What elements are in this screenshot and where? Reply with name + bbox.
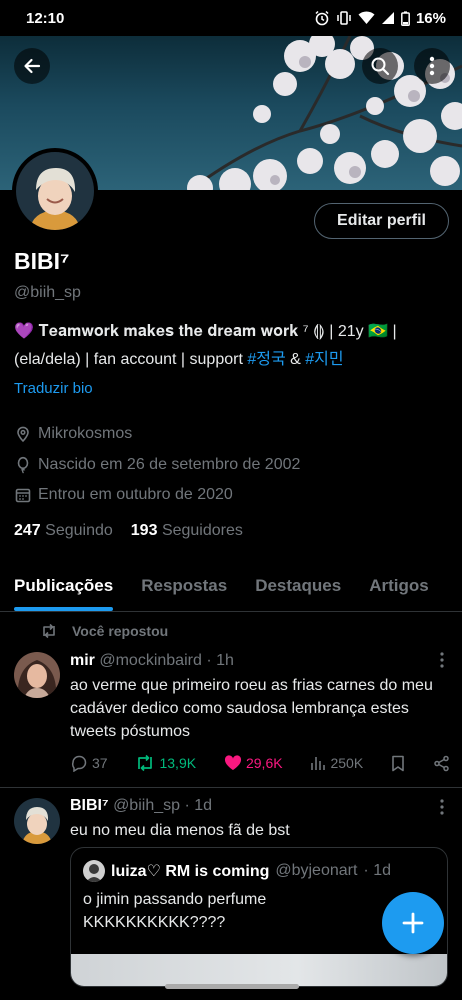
quoted-text: o jimin passando perfume KKKKKKKKKK???? xyxy=(83,891,267,931)
repost-indicator: Você repostou xyxy=(40,623,168,639)
like-count: 29,6K xyxy=(245,755,283,771)
tab-publicacoes[interactable]: Publicações xyxy=(0,566,127,611)
reply-count: 37 xyxy=(92,755,108,771)
retweet-count: 13,9K xyxy=(159,755,197,771)
balloon-icon xyxy=(14,456,32,474)
tab-artigos[interactable]: Artigos xyxy=(355,566,443,611)
more-vertical-icon xyxy=(440,652,444,668)
retweet-icon xyxy=(138,754,153,772)
share-icon xyxy=(434,755,449,771)
bio-ampersand: & xyxy=(285,351,306,368)
tweet-more-button[interactable] xyxy=(440,652,444,668)
profile-birthday: Nascido em 26 de setembro de 2002 xyxy=(14,456,300,474)
bookmark-button[interactable] xyxy=(391,755,405,772)
tweet-author[interactable]: mir xyxy=(70,652,95,669)
profile-tabs: Publicações Respostas Destaques Artigos xyxy=(0,566,462,612)
avatar[interactable] xyxy=(14,652,60,698)
battery-percent: 16% xyxy=(415,9,446,27)
tweet-author[interactable]: BIBI⁷ xyxy=(70,797,109,814)
reply-icon xyxy=(71,755,87,772)
heart-filled-icon xyxy=(224,755,242,770)
search-button[interactable] xyxy=(362,48,398,84)
hashtag-link-jungkook[interactable]: #정국 xyxy=(247,351,285,368)
avatar xyxy=(83,860,105,882)
alarm-icon xyxy=(314,10,330,26)
tweet-more-button[interactable] xyxy=(440,799,444,815)
tweet-time: · 1d xyxy=(184,797,213,814)
tweet-text: ao verme que primeiro roeu as frias carn… xyxy=(70,677,433,740)
avatar-image xyxy=(16,152,94,230)
followers-link[interactable]: 193 Seguidores xyxy=(131,522,243,540)
tweet-actions: 37 13,9K 29,6K 250K xyxy=(70,754,450,772)
share-button[interactable] xyxy=(433,755,450,772)
more-vertical-icon xyxy=(429,56,435,76)
quoted-media-image[interactable] xyxy=(71,954,447,986)
views-chart-icon xyxy=(311,757,326,770)
following-label: Seguindo xyxy=(45,522,113,539)
location-text: Mikrokosmos xyxy=(38,425,133,442)
tweet-text: eu no meu dia menos fã de bst xyxy=(70,822,290,839)
quoted-author: luiza♡ RM is coming xyxy=(111,863,270,880)
retweet-button[interactable]: 13,9K xyxy=(135,754,196,772)
like-button[interactable]: 29,6K xyxy=(224,755,283,771)
following-count: 247 xyxy=(14,522,41,539)
followers-count: 193 xyxy=(130,522,158,539)
following-link[interactable]: 247 Seguindo xyxy=(14,522,113,540)
tweet-time: · 1h xyxy=(206,652,234,669)
tab-respostas[interactable]: Respostas xyxy=(127,566,241,611)
wifi-icon xyxy=(358,11,375,25)
arrow-left-icon xyxy=(22,56,42,76)
followers-label: Seguidores xyxy=(161,522,243,539)
tweet-header: mir @mockinbaird · 1h xyxy=(70,652,234,670)
profile-handle: @biih_sp xyxy=(14,284,81,301)
profile-name: BIBI⁷ xyxy=(14,248,70,274)
joined-text: Entrou em outubro de 2020 xyxy=(38,486,233,503)
follow-stats: 247 Seguindo 193 Seguidores xyxy=(14,522,243,540)
bio-text-line1: 💜 𝐓𝐞𝐚𝐦𝐰𝐨𝐫𝐤 𝐦𝐚𝐤𝐞𝐬 𝐭𝐡𝐞 𝐝𝐫𝐞𝐚𝐦 𝐰𝐨𝐫𝐤 ⁷ ⟬⟭ | 2… xyxy=(14,323,397,340)
back-button[interactable] xyxy=(14,48,50,84)
avatar[interactable] xyxy=(14,798,60,844)
battery-icon xyxy=(401,10,410,26)
repost-label: Você repostou xyxy=(72,623,169,639)
tweet[interactable]: Você repostou mir @mockinbaird · 1h ao v… xyxy=(0,612,462,788)
tweet-handle: @mockinbaird xyxy=(99,652,202,669)
more-options-button[interactable] xyxy=(414,48,450,84)
compose-tweet-button[interactable] xyxy=(382,892,444,954)
gesture-home-bar[interactable] xyxy=(165,984,299,989)
reply-button[interactable]: 37 xyxy=(70,754,108,772)
search-icon xyxy=(370,56,390,76)
status-time: 12:10 xyxy=(26,9,65,27)
quoted-handle: @byjeonart xyxy=(275,862,358,879)
quoted-tweet-header: luiza♡ RM is coming @byjeonart · 1d xyxy=(83,860,391,882)
tab-destaques[interactable]: Destaques xyxy=(241,566,355,611)
hashtag-link-jimin[interactable]: #지민 xyxy=(305,351,343,368)
signal-icon xyxy=(381,11,395,25)
translate-bio-link[interactable]: Traduzir bio xyxy=(14,380,93,397)
edit-profile-button[interactable]: Editar perfil xyxy=(314,203,449,239)
quoted-time: · 1d xyxy=(363,862,391,879)
birthday-text: Nascido em 26 de setembro de 2002 xyxy=(38,456,301,473)
profile-bio: 💜 𝐓𝐞𝐚𝐦𝐰𝐨𝐫𝐤 𝐦𝐚𝐤𝐞𝐬 𝐭𝐡𝐞 𝐝𝐫𝐞𝐚𝐦 𝐰𝐨𝐫𝐤 ⁷ ⟬⟭ | 2… xyxy=(14,318,454,374)
tweet-handle: @biih_sp xyxy=(113,797,181,814)
status-bar: 12:10 16% xyxy=(0,0,462,36)
vibrate-icon xyxy=(336,10,352,26)
tweet-header: BIBI⁷ @biih_sp · 1d xyxy=(70,797,212,815)
views-count: 250K xyxy=(330,755,364,771)
plus-icon xyxy=(401,911,425,935)
profile-location: Mikrokosmos xyxy=(14,425,132,443)
bookmark-icon xyxy=(392,755,404,771)
more-vertical-icon xyxy=(440,799,444,815)
location-pin-icon xyxy=(14,425,32,443)
views-button[interactable]: 250K xyxy=(310,755,363,771)
profile-joined: Entrou em outubro de 2020 xyxy=(14,486,233,504)
bio-text-line2: (ela/dela) | fan account | support xyxy=(14,351,248,368)
profile-avatar[interactable] xyxy=(12,148,98,234)
calendar-icon xyxy=(14,486,32,504)
repost-icon xyxy=(40,623,58,639)
